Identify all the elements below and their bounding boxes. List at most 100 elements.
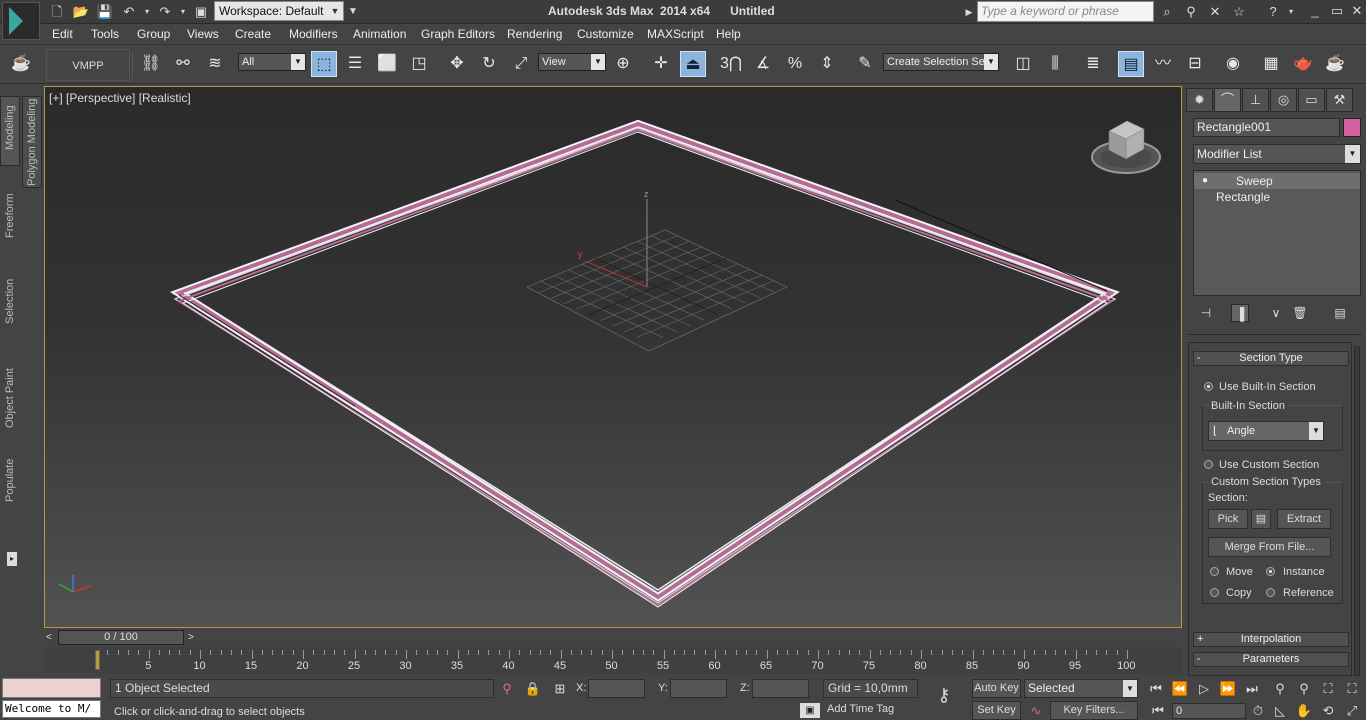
zoom-icon[interactable]: ⚲	[1270, 679, 1290, 698]
percent-snap-icon[interactable]: %	[782, 51, 808, 77]
save-file-icon[interactable]: 💾	[96, 3, 114, 21]
new-file-icon[interactable]: 🗋	[48, 3, 66, 21]
menu-modifiers[interactable]: Modifiers	[289, 27, 338, 41]
pivot-center-icon[interactable]: ⊕	[610, 51, 636, 77]
hierarchy-tab-icon[interactable]: ⊥	[1242, 88, 1269, 112]
subscription-icon[interactable]: ⚲	[1182, 3, 1200, 21]
snaps-toggle-icon[interactable]: 3⋂	[718, 51, 744, 77]
extract-button[interactable]: Extract	[1277, 509, 1331, 529]
curve-editor-icon[interactable]: 〰	[1150, 51, 1176, 77]
builtin-section-dropdown[interactable]: ⌊ Angle ▼	[1208, 421, 1324, 441]
zoom-all-icon[interactable]: ⚲	[1294, 679, 1314, 698]
redo-icon[interactable]: ↷	[156, 3, 174, 21]
material-editor-icon[interactable]: ◉	[1220, 51, 1246, 77]
rollout-interpolation[interactable]: + Interpolation	[1193, 632, 1349, 647]
menu-animation[interactable]: Animation	[353, 27, 406, 41]
time-configuration-icon[interactable]: ⏱	[1248, 701, 1268, 720]
viewcube[interactable]	[1091, 120, 1161, 174]
use-builtin-radio[interactable]	[1204, 382, 1213, 391]
selection-filter-dropdown[interactable]: All ▼	[238, 53, 306, 71]
rollout-section-type[interactable]: - Section Type	[1193, 351, 1349, 366]
minimize-button[interactable]: _	[1304, 2, 1326, 20]
make-unique-icon[interactable]: ∨	[1267, 304, 1285, 322]
time-slider-handle[interactable]: 0 / 100	[58, 630, 184, 645]
menu-create[interactable]: Create	[235, 27, 271, 41]
menu-rendering[interactable]: Rendering	[507, 27, 562, 41]
object-name-field[interactable]: Rectangle001	[1193, 118, 1340, 137]
angle-snap-icon[interactable]: ∡	[750, 51, 776, 77]
key-curve-icon[interactable]: ∿	[1026, 701, 1046, 720]
select-by-name-icon[interactable]: ☰	[342, 51, 368, 77]
orbit-icon[interactable]: ⟲	[1318, 701, 1338, 720]
spinner-snap-icon[interactable]: ⇕	[814, 51, 840, 77]
select-and-rotate-icon[interactable]: ↻	[476, 51, 502, 77]
field-of-view-icon[interactable]: ◺	[1270, 701, 1290, 720]
time-slider[interactable]: < 0 / 100 >	[44, 630, 1182, 646]
redo-dropdown-icon[interactable]: ▾	[174, 3, 192, 21]
show-end-result-icon[interactable]: ▐	[1231, 304, 1249, 322]
layer-manager-icon[interactable]: ≣	[1080, 51, 1106, 77]
close-button[interactable]: ✕	[1346, 2, 1366, 20]
rollout-parameters[interactable]: - Parameters	[1193, 652, 1349, 667]
absolute-mode-icon[interactable]: ⊞	[550, 679, 570, 698]
named-selection-dropdown[interactable]: Create Selection Se ▼	[883, 53, 999, 71]
lightbulb-icon[interactable]: ●	[1202, 173, 1208, 189]
y-coordinate-field[interactable]	[670, 679, 727, 698]
move-radio[interactable]	[1210, 567, 1219, 576]
mirror-icon[interactable]: ◫	[1010, 51, 1036, 77]
use-custom-radio[interactable]	[1204, 460, 1213, 469]
menu-group[interactable]: Group	[137, 27, 170, 41]
graphite-ribbon-icon[interactable]: ▤	[1118, 51, 1144, 77]
render-production-icon[interactable]: ☕	[1322, 51, 1348, 77]
maxscript-listener-input[interactable]	[2, 678, 101, 698]
menu-customize[interactable]: Customize	[577, 27, 634, 41]
ribbon-tab-object-paint[interactable]: Object Paint	[4, 368, 16, 428]
configure-modifier-sets-icon[interactable]: ▤	[1331, 304, 1349, 322]
rectangular-selection-icon[interactable]: ⬜	[374, 51, 400, 77]
unlink-icon[interactable]: ⚯	[170, 51, 196, 77]
current-time-marker[interactable]	[95, 650, 100, 670]
edit-named-selection-icon[interactable]: ✎	[852, 51, 878, 77]
help-dropdown-icon[interactable]: ▾	[1282, 3, 1300, 21]
ribbon-tab-populate[interactable]: Populate	[4, 459, 16, 502]
add-time-tag[interactable]: Add Time Tag	[823, 703, 918, 718]
maximize-viewport-icon[interactable]: ⤢	[1342, 701, 1362, 720]
menu-help[interactable]: Help	[716, 27, 741, 41]
help-icon[interactable]: ?	[1264, 3, 1282, 21]
maxscript-listener-output[interactable]: Welcome to M/	[2, 700, 101, 718]
search-input[interactable]: Type a keyword or phrase	[977, 1, 1154, 22]
menu-maxscript[interactable]: MAXScript	[647, 27, 704, 41]
auto-key-button[interactable]: Auto Key	[972, 679, 1021, 698]
add-time-tag-icon[interactable]: ▣	[800, 703, 820, 718]
select-object-icon[interactable]: ⬚	[311, 51, 337, 77]
window-crossing-icon[interactable]: ◳	[406, 51, 432, 77]
remove-modifier-icon[interactable]: 🗑	[1291, 304, 1309, 322]
select-and-link-icon[interactable]: ⛓	[138, 51, 164, 77]
reference-radio[interactable]	[1266, 588, 1275, 597]
zoom-extents-all-icon[interactable]: ⛶	[1342, 679, 1362, 698]
pick-button[interactable]: Pick	[1208, 509, 1248, 529]
play-icon[interactable]: ▷	[1194, 679, 1214, 698]
vmpp-button[interactable]: VMPP	[46, 49, 130, 81]
previous-frame-icon[interactable]: <	[46, 632, 52, 643]
ribbon-expand-icon[interactable]: ▸	[7, 552, 17, 566]
select-and-scale-icon[interactable]: ⤢	[508, 51, 534, 77]
go-to-end-icon[interactable]: ⏭	[1242, 679, 1262, 698]
utilities-tab-hammer-icon[interactable]: ⚒	[1326, 88, 1353, 112]
selection-lock-icon[interactable]: 🔒	[523, 679, 543, 698]
menu-tools[interactable]: Tools	[91, 27, 119, 41]
command-panel-scrollbar[interactable]	[1354, 346, 1360, 676]
undo-dropdown-icon[interactable]: ▾	[138, 3, 156, 21]
instance-radio[interactable]	[1266, 567, 1275, 576]
stack-item-rectangle[interactable]: Rectangle	[1194, 189, 1360, 205]
favorites-icon[interactable]: ☆	[1230, 3, 1248, 21]
render-setup-icon[interactable]: ▦	[1258, 51, 1284, 77]
keyboard-shortcut-override-icon[interactable]: ⏏	[680, 51, 706, 77]
display-tab-icon[interactable]: ▭	[1298, 88, 1325, 112]
ribbon-tab-polygon-modeling[interactable]: Polygon Modeling	[26, 99, 38, 186]
set-key-button[interactable]: Set Key	[972, 701, 1021, 720]
key-mode-toggle-icon[interactable]: ⏮	[1148, 701, 1168, 720]
isolate-selection-icon[interactable]: ⚲	[497, 679, 517, 698]
pan-view-hand-icon[interactable]: ✋	[1294, 701, 1314, 720]
binoculars-icon[interactable]: ⌕	[1158, 3, 1176, 21]
